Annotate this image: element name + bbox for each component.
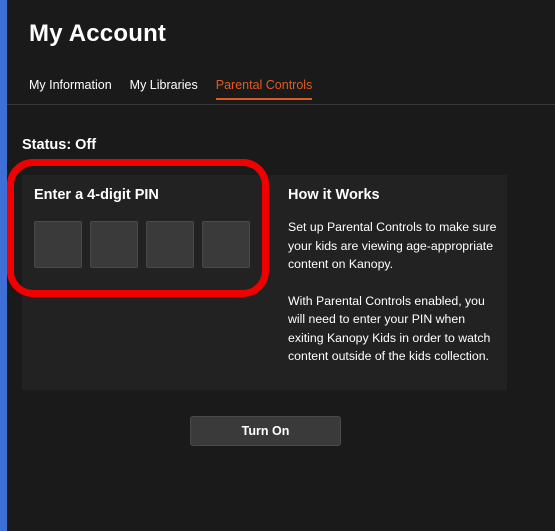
how-it-works-paragraph: Set up Parental Controls to make sure yo… — [288, 220, 497, 271]
pin-digit-4-input[interactable] — [202, 221, 250, 268]
tab-my-libraries[interactable]: My Libraries — [130, 78, 198, 100]
tab-my-information[interactable]: My Information — [29, 78, 112, 100]
pin-input-group — [34, 221, 250, 268]
window-frame — [0, 0, 7, 531]
pin-digit-2-input[interactable] — [90, 221, 138, 268]
parental-controls-card: Enter a 4-digit PIN How it Works Set up … — [22, 175, 507, 390]
how-it-works-description: Set up Parental Controls to make sure yo… — [288, 218, 498, 384]
how-it-works-heading: How it Works — [288, 187, 380, 203]
how-it-works-paragraph: With Parental Controls enabled, you will… — [288, 293, 491, 364]
pin-digit-1-input[interactable] — [34, 221, 82, 268]
tabs-divider — [7, 104, 555, 105]
turn-on-button[interactable]: Turn On — [190, 416, 341, 446]
pin-digit-3-input[interactable] — [146, 221, 194, 268]
account-tabs: My Information My Libraries Parental Con… — [29, 78, 313, 100]
tab-parental-controls[interactable]: Parental Controls — [215, 78, 313, 100]
page-title: My Account — [29, 20, 167, 47]
pin-heading: Enter a 4-digit PIN — [34, 187, 159, 203]
parental-controls-status: Status: Off — [22, 137, 97, 153]
